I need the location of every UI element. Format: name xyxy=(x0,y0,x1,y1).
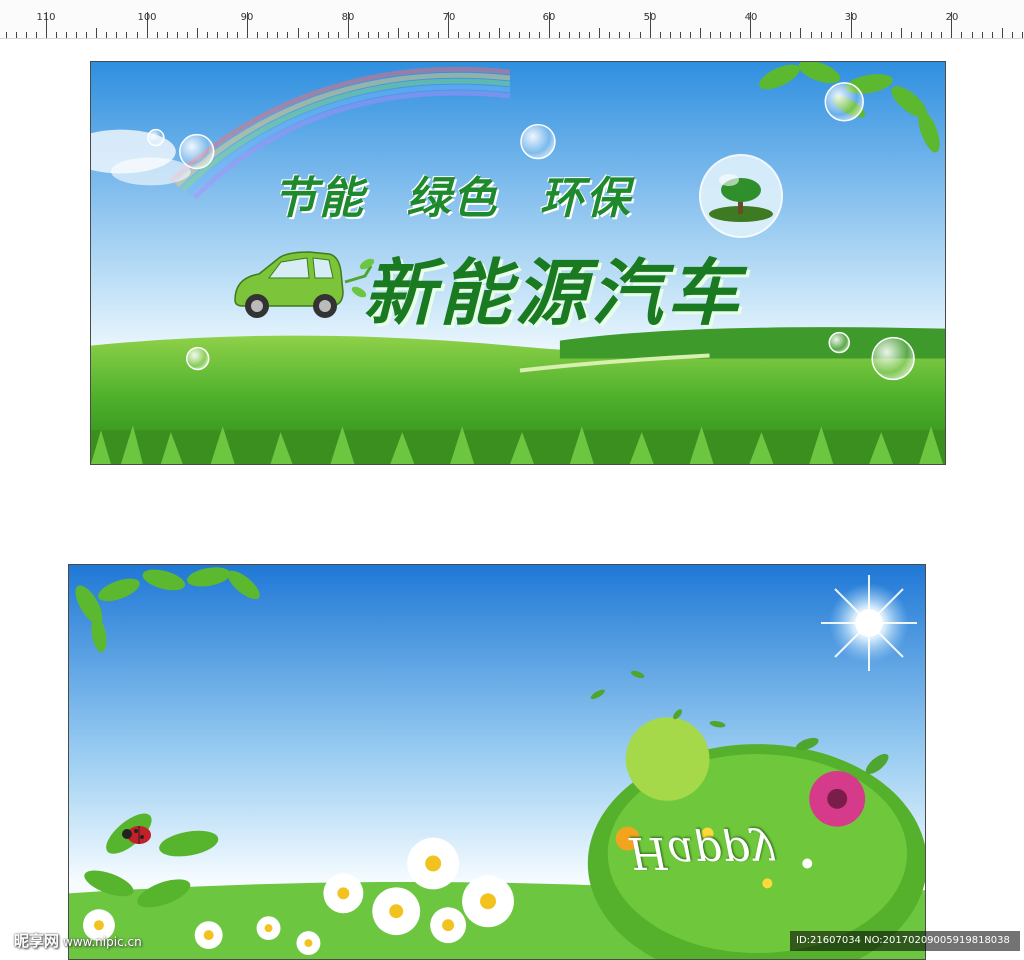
banner1-title: 新能源汽车 xyxy=(363,251,744,335)
sun-icon xyxy=(821,575,917,671)
horizontal-ruler[interactable]: 110 100 90 80 70 60 50 40 30 20 xyxy=(0,0,1024,39)
banner-spring-background[interactable]: Happy xyxy=(68,564,926,960)
banner-new-energy-car[interactable]: 节能 绿色 环保 新能源汽车 xyxy=(90,61,946,465)
subtitle-word: 绿色 xyxy=(406,173,499,224)
ruler-label: 20 xyxy=(945,12,959,23)
watermark-brand-name: 昵享网 xyxy=(14,932,60,950)
ladybug-icon xyxy=(122,826,151,844)
subtitle-word: 环保 xyxy=(539,173,632,224)
ruler-label: 60 xyxy=(542,12,556,23)
ruler-label: 30 xyxy=(844,12,858,23)
ruler-label: 80 xyxy=(341,12,355,23)
ruler-label: 40 xyxy=(744,12,758,23)
ruler-label: 100 xyxy=(137,12,157,23)
ruler-label: 70 xyxy=(442,12,456,23)
subtitle-word: 节能 xyxy=(273,173,365,224)
tree-bubble-icon xyxy=(699,154,783,238)
car-icon xyxy=(234,251,375,318)
ruler-label: 90 xyxy=(240,12,254,23)
banner2-decor-text: Happy xyxy=(629,827,775,878)
banner1-subtitle: 节能 绿色 环保 xyxy=(273,162,656,226)
watermark-id: ID:21607034 NO:20170209005919818038 xyxy=(790,931,1020,951)
watermark-brand: 昵享网 www.nipic.cn xyxy=(14,930,142,951)
banner2-background xyxy=(69,565,925,959)
ruler-label: 110 xyxy=(36,12,56,23)
ruler-label: 50 xyxy=(643,12,657,23)
watermark-site: www.nipic.cn xyxy=(63,935,142,949)
